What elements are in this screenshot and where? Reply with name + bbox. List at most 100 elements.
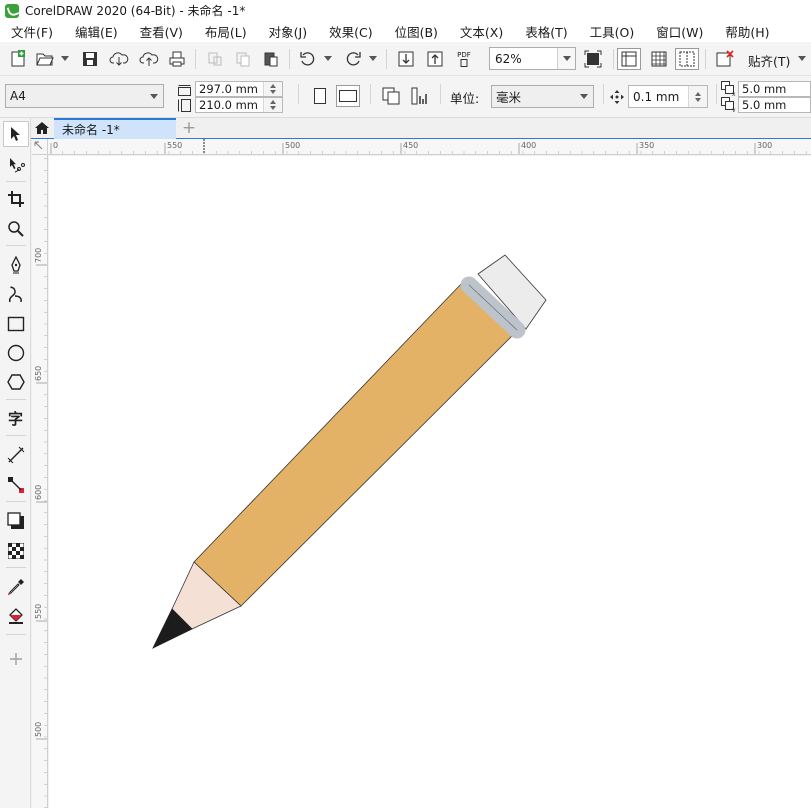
propbar-separator [716,84,717,104]
pencil-body[interactable] [193,281,519,607]
interactive-fill-tool-icon[interactable] [3,603,29,629]
save-icon[interactable] [78,48,102,70]
page-size-select[interactable]: A4 [5,84,164,108]
zoom-tool-icon[interactable] [3,216,29,242]
show-rulers-icon[interactable] [617,48,641,70]
portrait-orientation-icon[interactable] [309,85,331,107]
toolbar-separator [289,49,290,69]
ruler-origin-corner[interactable] [32,139,48,155]
menu-bitmaps[interactable]: 位图(B) [384,22,449,41]
cloud-download-icon[interactable] [107,48,131,70]
current-page-icon[interactable] [408,85,432,107]
ruler-tick-label: 350 [639,141,654,150]
menu-window[interactable]: 窗口(W) [645,22,714,41]
document-tab-label: 未命名 -1* [62,123,120,137]
toolbar-separator [613,49,614,69]
units-chevron-down-icon[interactable] [575,86,593,107]
copy-icon[interactable] [231,48,255,70]
open-recent-chevron-down-icon[interactable] [61,56,69,61]
cloud-upload-icon[interactable] [137,48,161,70]
connector-tool-icon[interactable] [3,472,29,498]
title-bar: CorelDRAW 2020 (64-Bit) - 未命名 -1* [0,0,811,21]
propbar-separator [440,84,441,104]
new-document-icon[interactable] [6,48,30,70]
rectangle-tool-icon[interactable] [3,311,29,337]
toolbar-separator [386,49,387,69]
toolbox-separator [6,634,26,635]
landscape-orientation-icon[interactable] [336,85,360,107]
duplicate-x-field[interactable]: 5.0 mm [738,81,811,97]
menu-table[interactable]: 表格(T) [514,22,578,41]
redo-icon[interactable] [341,48,365,70]
page-height-spinner[interactable] [263,98,282,112]
ruler-tick-label: 500 [34,722,43,737]
import-icon[interactable] [394,48,418,70]
undo-icon[interactable] [296,48,320,70]
toolbox-separator [6,435,26,436]
pen-tool-icon[interactable] [3,252,29,278]
duplicate-y-field[interactable]: 5.0 mm [738,97,811,113]
snap-to-chevron-down-icon[interactable] [798,56,806,61]
snap-to-button[interactable]: 贴齐(T) [748,51,790,70]
print-icon[interactable] [165,48,189,70]
menu-tools[interactable]: 工具(O) [579,22,646,41]
cut-icon[interactable] [203,48,227,70]
page-width-field[interactable]: 297.0 mm [195,81,283,97]
menu-edit[interactable]: 编辑(E) [64,22,129,41]
shape-tool-icon[interactable] [3,152,29,178]
svg-text:x: x [732,91,736,96]
nudge-distance-field[interactable]: 0.1 mm [628,85,708,108]
drawing-canvas[interactable] [49,156,811,808]
page-height-icon [177,98,191,112]
menu-layout[interactable]: 布局(L) [194,22,258,41]
artistic-media-tool-icon[interactable] [3,282,29,308]
eyedropper-tool-icon[interactable] [3,574,29,600]
home-icon[interactable] [31,118,53,138]
units-select[interactable]: 毫米 [491,85,594,108]
svg-text:y: y [732,107,736,112]
menu-help[interactable]: 帮助(H) [714,22,780,41]
crop-tool-icon[interactable] [3,186,29,212]
nudge-distance-icon [608,88,626,106]
open-folder-icon[interactable] [33,48,57,70]
pick-tool-icon[interactable] [3,121,29,147]
ruler-tick-label: 400 [521,141,536,150]
transparency-tool-icon[interactable] [3,538,29,564]
drop-shadow-tool-icon[interactable] [3,508,29,534]
menu-text[interactable]: 文本(X) [449,22,514,41]
ruler-tick-label: 600 [34,485,43,500]
page-size-chevron-down-icon[interactable] [145,85,163,107]
undo-history-chevron-down-icon[interactable] [324,56,332,61]
publish-pdf-icon[interactable]: PDF [452,48,476,70]
show-guidelines-icon[interactable] [675,48,699,70]
add-tool-icon[interactable] [3,646,29,672]
horizontal-ruler[interactable]: 0 550 500 450 400 350 300 [32,139,811,155]
ruler-tick-label: 700 [34,248,43,263]
tab-document[interactable]: 未命名 -1* [54,118,176,139]
all-pages-icon[interactable] [379,85,403,107]
pdf-label: PDF [457,51,471,59]
zoom-chevron-down-icon[interactable] [557,48,575,69]
polygon-tool-icon[interactable] [3,369,29,395]
vertical-ruler[interactable]: 700 650 600 550 500 [32,155,48,808]
add-document-icon[interactable]: + [178,118,200,138]
show-grid-icon[interactable] [647,48,671,70]
ellipse-tool-icon[interactable] [3,340,29,366]
svg-text:字: 字 [8,410,23,427]
export-icon[interactable] [423,48,447,70]
parallel-dimension-tool-icon[interactable] [3,442,29,468]
paste-icon[interactable] [259,48,283,70]
menu-view[interactable]: 查看(V) [129,22,194,41]
redo-history-chevron-down-icon[interactable] [369,56,377,61]
menu-object[interactable]: 对象(J) [258,22,318,41]
snap-off-icon[interactable] [713,48,737,70]
zoom-level-select[interactable]: 62% [489,47,576,70]
text-tool-icon[interactable]: 字 [3,405,29,431]
window-title: CorelDRAW 2020 (64-Bit) - 未命名 -1* [25,4,246,18]
menu-effects[interactable]: 效果(C) [318,22,383,41]
full-screen-preview-icon[interactable] [581,48,605,70]
nudge-distance-spinner[interactable] [688,86,707,107]
page-height-field[interactable]: 210.0 mm [195,97,283,113]
page-width-spinner[interactable] [263,82,282,96]
menu-file[interactable]: 文件(F) [0,22,64,41]
